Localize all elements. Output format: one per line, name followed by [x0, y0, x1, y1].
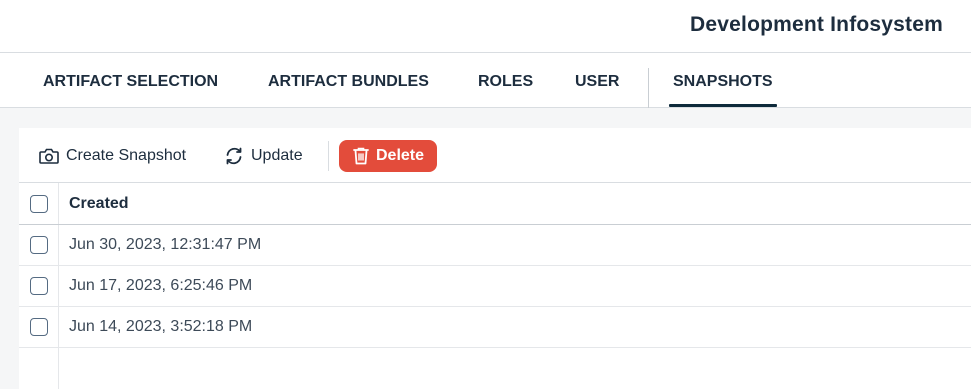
refresh-icon — [226, 147, 242, 165]
delete-label: Delete — [375, 147, 425, 164]
row-select-cell — [19, 225, 59, 265]
select-all-cell — [19, 183, 59, 224]
tab-divider — [648, 68, 649, 108]
select-all-checkbox[interactable] — [29, 194, 48, 213]
column-header-created[interactable]: Created — [59, 195, 129, 213]
tab-user[interactable]: USER — [575, 53, 619, 107]
snapshots-panel: Create Snapshot Update Delete Created Ju… — [19, 128, 971, 389]
table-row[interactable]: Jun 14, 2023, 3:52:18 PM — [19, 307, 971, 348]
content-area: Create Snapshot Update Delete Created Ju… — [0, 108, 971, 389]
table-header-row: Created — [19, 183, 971, 225]
row-checkbox[interactable] — [29, 277, 48, 295]
table-row[interactable]: Jun 30, 2023, 12:31:47 PM — [19, 225, 971, 266]
update-button[interactable]: Update — [223, 140, 303, 172]
toolbar-divider — [328, 141, 329, 171]
created-cell: Jun 14, 2023, 3:52:18 PM — [69, 318, 253, 335]
delete-button[interactable]: Delete — [339, 140, 437, 172]
app-header: Development Infosystem — [0, 0, 971, 53]
table-row[interactable]: Jun 17, 2023, 6:25:46 PM — [19, 266, 971, 307]
create-snapshot-label: Create Snapshot — [66, 147, 187, 164]
toolbar: Create Snapshot Update Delete — [19, 128, 971, 183]
trash-icon — [353, 147, 369, 165]
tab-artifact-bundles[interactable]: ARTIFACT BUNDLES — [268, 53, 429, 107]
tab-bar: ARTIFACT SELECTION ARTIFACT BUNDLES ROLE… — [0, 53, 971, 108]
tab-roles[interactable]: ROLES — [478, 53, 533, 107]
row-select-cell — [19, 266, 59, 306]
update-label: Update — [251, 147, 303, 164]
row-select-cell — [19, 307, 59, 347]
row-checkbox[interactable] — [29, 236, 48, 254]
tab-artifact-selection[interactable]: ARTIFACT SELECTION — [43, 53, 218, 107]
app-title: Development Infosystem — [690, 13, 943, 36]
snapshots-table: Created Jun 30, 2023, 12:31:47 PM Jun 17… — [19, 183, 971, 348]
tab-snapshots[interactable]: SNAPSHOTS — [669, 53, 777, 107]
create-snapshot-button[interactable]: Create Snapshot — [38, 140, 186, 172]
camera-icon — [39, 148, 59, 164]
row-checkbox[interactable] — [29, 318, 48, 336]
created-cell: Jun 17, 2023, 6:25:46 PM — [69, 277, 253, 294]
created-cell: Jun 30, 2023, 12:31:47 PM — [69, 236, 262, 253]
